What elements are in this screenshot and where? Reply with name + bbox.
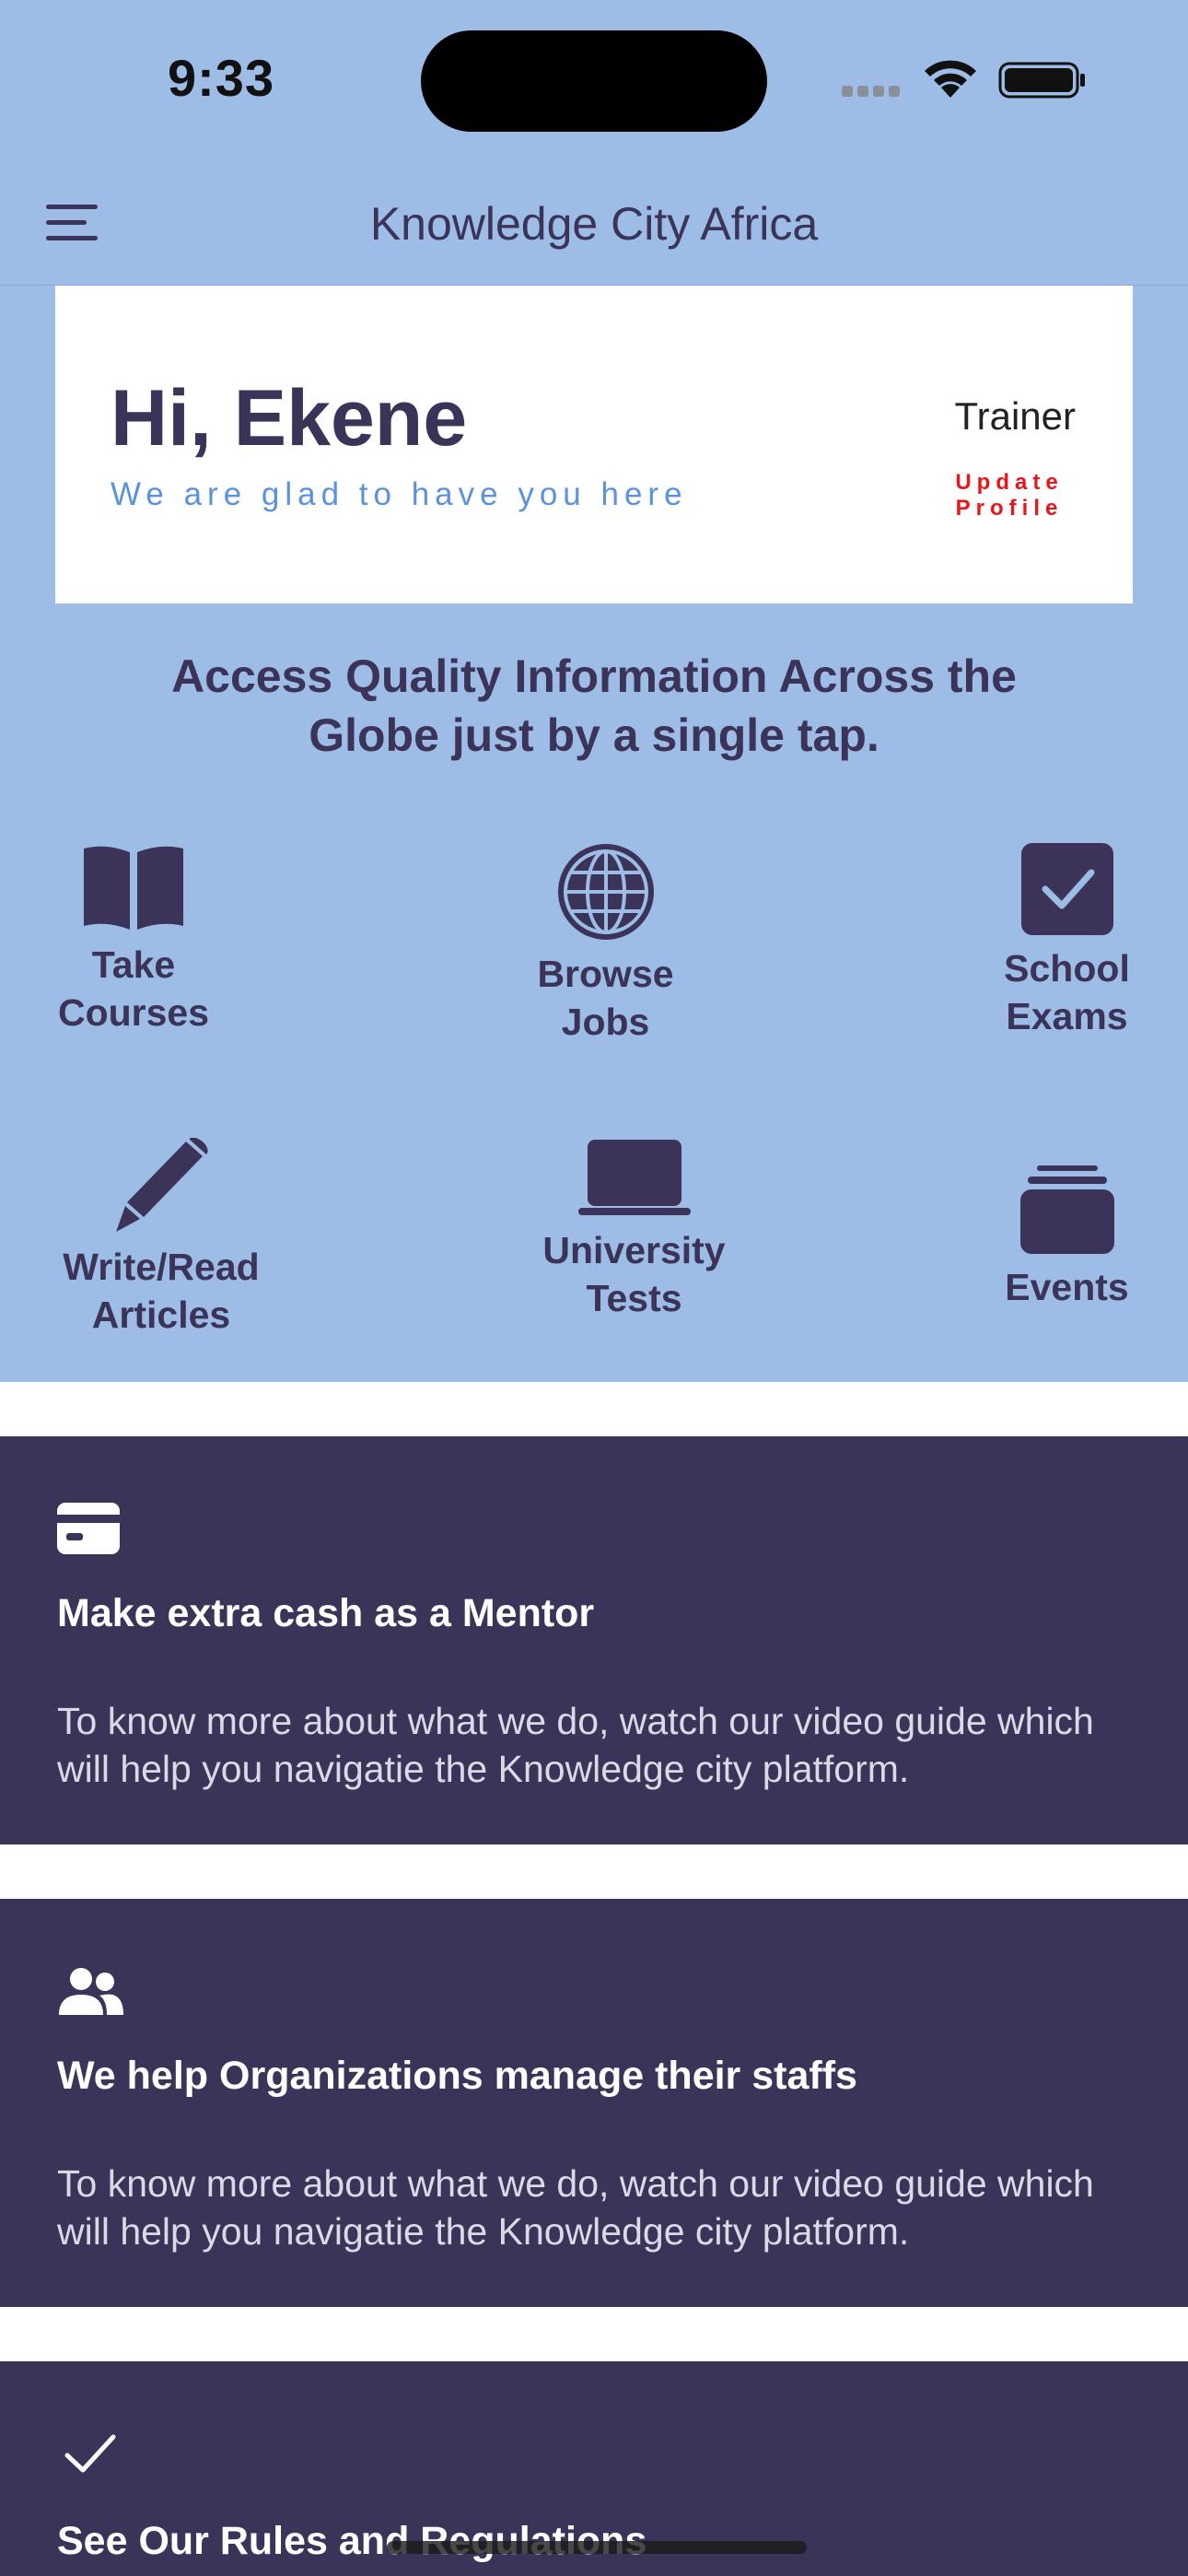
feature-label-line2: Courses bbox=[57, 991, 210, 1034]
feature-events[interactable]: Events bbox=[990, 1165, 1144, 1311]
feature-university-tests[interactable]: University Tests bbox=[525, 1138, 743, 1322]
credit-card-icon bbox=[57, 1503, 120, 1554]
feature-label-line1: Take bbox=[91, 943, 176, 986]
update-profile-link[interactable]: Update Profile bbox=[945, 470, 1074, 521]
dynamic-island bbox=[421, 30, 767, 132]
feature-label-line1: University bbox=[542, 1229, 726, 1271]
stack-icon bbox=[1019, 1165, 1114, 1254]
feature-school-exams[interactable]: School Exams bbox=[990, 843, 1144, 1040]
feature-label-line2: Jobs bbox=[561, 1001, 650, 1043]
checkmark-icon bbox=[64, 2434, 116, 2473]
home-indicator[interactable] bbox=[387, 2541, 807, 2554]
laptop-icon bbox=[577, 1140, 691, 1215]
user-role: Trainer bbox=[954, 394, 1076, 438]
card-title: We help Organizations manage their staff… bbox=[57, 2054, 857, 2098]
feature-label-line1: Browse bbox=[537, 953, 674, 995]
hero-section: Hi, Ekene We are glad to have you here T… bbox=[0, 286, 1188, 1382]
pencil-icon bbox=[116, 1138, 208, 1232]
checkbox-icon bbox=[1020, 843, 1113, 935]
feature-browse-jobs[interactable]: Browse Jobs bbox=[511, 843, 700, 1046]
wifi-icon bbox=[925, 60, 976, 98]
organizations-card[interactable]: We help Organizations manage their staff… bbox=[0, 1899, 1188, 2307]
update-profile-line2: Profile bbox=[955, 496, 1064, 521]
app-title: Knowledge City Africa bbox=[369, 198, 819, 250]
card-description-line1: To know more about what we do, watch our… bbox=[57, 2162, 1094, 2205]
card-description-line1: To know more about what we do, watch our… bbox=[57, 1700, 1094, 1742]
tagline: Access Quality Information Across the Gl… bbox=[0, 647, 1188, 765]
feature-label-line2: Articles bbox=[91, 1294, 231, 1336]
welcome-subtitle: We are glad to have you here bbox=[111, 476, 688, 512]
card-description: To know more about what we do, watch our… bbox=[57, 1697, 1144, 1793]
feature-label-line1: Write/Read bbox=[63, 1246, 260, 1288]
feature-label-line2: Exams bbox=[1006, 995, 1128, 1037]
tagline-line2: Globe just by a single tap. bbox=[309, 709, 879, 761]
cellular-signal-icon bbox=[842, 85, 904, 98]
tagline-line1: Access Quality Information Across the bbox=[171, 650, 1017, 702]
update-profile-line1: Update bbox=[955, 470, 1064, 495]
feature-label-line2: Tests bbox=[586, 1277, 682, 1319]
greeting: Hi, Ekene bbox=[111, 374, 468, 463]
card-title: Make extra cash as a Mentor bbox=[57, 1591, 595, 1635]
app-header: Knowledge City Africa bbox=[0, 175, 1188, 286]
book-icon bbox=[84, 846, 183, 930]
card-description-line2: will help you navigatie the Knowledge ci… bbox=[57, 2210, 910, 2253]
battery-icon bbox=[998, 62, 1085, 99]
feature-take-courses[interactable]: Take Courses bbox=[46, 843, 221, 1036]
card-description-line2: will help you navigatie the Knowledge ci… bbox=[57, 1748, 910, 1790]
status-time: 9:33 bbox=[168, 49, 275, 107]
feature-write-read-articles[interactable]: Write/Read Articles bbox=[41, 1138, 281, 1339]
status-bar: 9:33 bbox=[0, 0, 1188, 175]
mentor-card[interactable]: Make extra cash as a Mentor To know more… bbox=[0, 1436, 1188, 1844]
feature-label-line1: School bbox=[1004, 947, 1130, 989]
card-description: To know more about what we do, watch our… bbox=[57, 2160, 1144, 2255]
feature-label-line1: Events bbox=[1005, 1266, 1129, 1308]
globe-icon bbox=[557, 844, 654, 940]
welcome-card: Hi, Ekene We are glad to have you here T… bbox=[55, 286, 1133, 603]
people-icon bbox=[59, 1968, 123, 2015]
